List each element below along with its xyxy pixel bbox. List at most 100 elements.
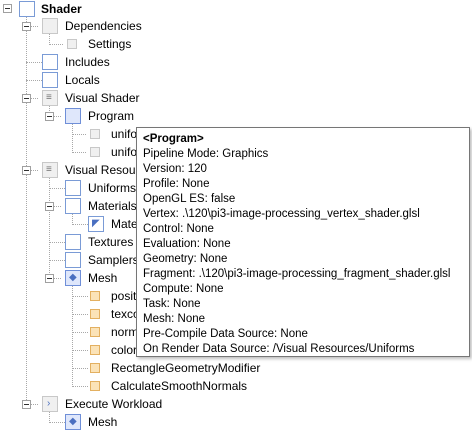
node-label: posit (111, 289, 137, 303)
tooltip-line: OpenGL ES: false (143, 193, 236, 205)
node-label: Uniforms (88, 181, 137, 195)
tooltip-line: Mesh: None (143, 313, 206, 325)
mesh-icon: ◆ (65, 270, 81, 286)
node-label: norm (111, 325, 139, 339)
collapse-toggle[interactable] (3, 4, 12, 13)
list-icon: ≡ (42, 90, 58, 106)
execute-glyph: › (47, 398, 51, 409)
tree-node-includes[interactable]: Includes (0, 53, 160, 71)
node-label: RectangleGeometryModifier (111, 361, 261, 375)
tooltip-title: <Program> (143, 133, 204, 145)
folder-icon (42, 54, 58, 70)
collapse-toggle[interactable] (45, 274, 54, 283)
folder-icon (42, 18, 58, 34)
tree-node-execute-mesh[interactable]: ◆ Mesh (0, 413, 160, 431)
attribute-icon (90, 345, 100, 355)
tree-node-mesh[interactable]: ◆ Mesh (0, 269, 136, 287)
node-label: Locals (65, 73, 100, 87)
node-label: Shader (41, 2, 82, 16)
list-icon: ≡ (42, 162, 58, 178)
modifier-icon (90, 381, 100, 391)
tree-node-shader[interactable]: Shader (0, 0, 100, 18)
collapse-toggle[interactable] (22, 94, 31, 103)
tooltip-line: Evaluation: None (143, 238, 231, 250)
mesh-glyph: ◆ (69, 272, 77, 283)
node-label: unifo (111, 145, 138, 159)
tree-node-locals[interactable]: Locals (0, 71, 160, 89)
node-label: color (111, 343, 138, 357)
node-label: Mesh (88, 415, 118, 429)
tooltip-line: Pipeline Mode: Graphics (143, 148, 269, 160)
folder-icon (65, 198, 81, 214)
tooltip-line: Control: None (143, 223, 214, 235)
list-glyph: ≡ (46, 92, 52, 103)
uniform-icon (90, 129, 100, 139)
mesh-icon: ◆ (65, 414, 81, 430)
tree-node-visual-shader[interactable]: ≡ Visual Shader (0, 89, 160, 107)
tooltip-line: Geometry: None (143, 253, 228, 265)
attribute-icon (90, 309, 100, 319)
node-label: Textures (88, 235, 134, 249)
material-glyph: ◤ (92, 218, 100, 229)
node-label: Execute Workload (65, 397, 163, 411)
node-label: unifo (111, 127, 138, 141)
list-glyph: ≡ (46, 164, 52, 175)
node-label: Visual Resour (65, 163, 140, 177)
program-icon (65, 108, 81, 124)
tree-node-visual-resources[interactable]: ≡ Visual Resour (0, 161, 140, 179)
tree-node-program-child[interactable]: unifo (0, 143, 138, 161)
folder-icon (65, 252, 81, 268)
program-tooltip: <Program> Pipeline Mode: Graphics Versio… (136, 127, 470, 357)
tree-node-mesh-attribute[interactable]: norm (0, 323, 139, 341)
tree-node-geometry-modifier[interactable]: CalculateSmoothNormals (0, 377, 280, 395)
folder-icon (65, 234, 81, 250)
tree-node-materials[interactable]: Materials (0, 197, 137, 215)
uniform-icon (90, 147, 100, 157)
settings-icon (67, 39, 77, 49)
node-label: Program (88, 109, 135, 123)
tooltip-line: Compute: None (143, 283, 224, 295)
folder-icon (42, 72, 58, 88)
material-icon: ◤ (88, 216, 104, 232)
mesh-glyph: ◆ (69, 416, 77, 427)
shader-icon (19, 1, 35, 17)
modifier-icon (90, 363, 100, 373)
tree-node-program-child[interactable]: unifo (0, 125, 138, 143)
tooltip-line: Task: None (143, 298, 201, 310)
tree-node-program[interactable]: Program (0, 107, 140, 125)
collapse-toggle[interactable] (45, 202, 54, 211)
tooltip-line: Fragment: .\120\pi3-image-processing_fra… (143, 268, 451, 280)
tooltip-line: Profile: None (143, 178, 210, 190)
node-label: Mesh (88, 271, 118, 285)
node-label: Includes (65, 55, 110, 69)
folder-icon (65, 180, 81, 196)
node-label: Visual Shader (65, 91, 140, 105)
collapse-toggle[interactable] (45, 112, 54, 121)
tree-node-execute-workload[interactable]: › Execute Workload (0, 395, 200, 413)
tree-node-uniforms[interactable]: Uniforms (0, 179, 136, 197)
tree-node-settings[interactable]: Settings (0, 35, 160, 53)
node-label: Mate (111, 217, 138, 231)
tree-node-material[interactable]: ◤ Mate (0, 215, 138, 233)
tooltip-line: Vertex: .\120\pi3-image-processing_verte… (143, 208, 420, 220)
collapse-toggle[interactable] (22, 166, 31, 175)
tree-node-samplers[interactable]: Samplers (0, 251, 139, 269)
node-label: Settings (88, 37, 132, 51)
attribute-icon (90, 327, 100, 337)
tooltip-line: On Render Data Source: /Visual Resources… (143, 343, 415, 355)
tree-node-geometry-modifier[interactable]: RectangleGeometryModifier (0, 359, 280, 377)
node-label: Dependencies (65, 19, 142, 33)
collapse-toggle[interactable] (22, 400, 31, 409)
execute-icon: › (42, 396, 58, 412)
node-label: Samplers (88, 253, 139, 267)
node-label: CalculateSmoothNormals (111, 379, 248, 393)
tree-node-mesh-attribute[interactable]: color (0, 341, 138, 359)
tooltip-line: Pre-Compile Data Source: None (143, 328, 308, 340)
tree-node-textures[interactable]: Textures (0, 233, 136, 251)
node-label: Materials (88, 199, 137, 213)
tree-node-mesh-attribute[interactable]: posit (0, 287, 136, 305)
tree-node-dependencies[interactable]: Dependencies (0, 17, 160, 35)
collapse-toggle[interactable] (22, 22, 31, 31)
attribute-icon (90, 291, 100, 301)
tree-node-mesh-attribute[interactable]: texco (0, 305, 140, 323)
